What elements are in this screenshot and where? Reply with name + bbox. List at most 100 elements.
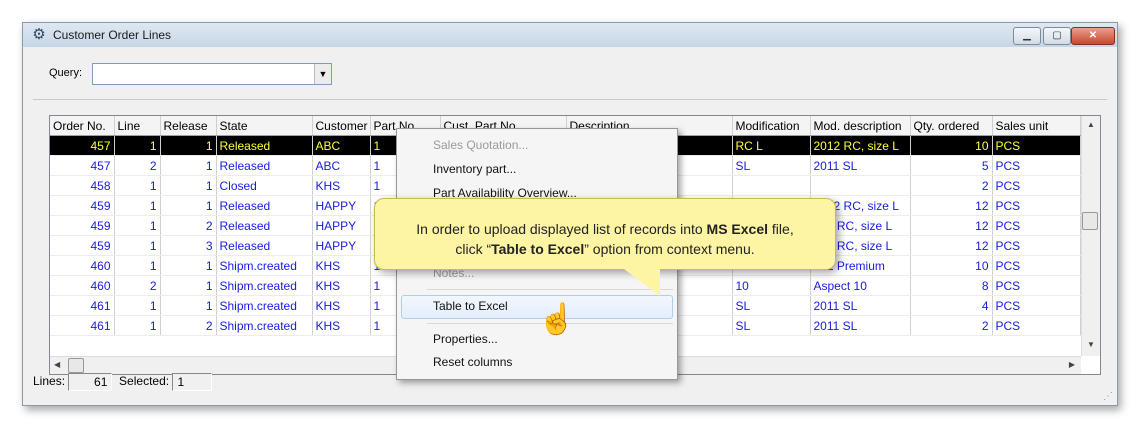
maximize-button[interactable]: ▢ xyxy=(1043,27,1071,45)
table-cell-state[interactable]: Shipm.created xyxy=(216,255,313,276)
table-cell-mod-desc[interactable]: 2012 RC, size L xyxy=(810,135,911,156)
table-cell-mod[interactable]: SL xyxy=(732,155,811,176)
column-header[interactable]: Customer xyxy=(312,116,371,136)
table-cell-line[interactable]: 1 xyxy=(114,195,161,216)
menu-item-inventory-part[interactable]: Inventory part... xyxy=(433,162,516,176)
table-cell-customer[interactable]: KHS xyxy=(312,275,371,296)
table-cell-release[interactable]: 2 xyxy=(160,215,217,236)
table-cell-order[interactable]: 457 xyxy=(50,135,115,156)
column-header[interactable]: Release xyxy=(160,116,217,136)
table-cell-state[interactable]: Released xyxy=(216,235,313,256)
table-cell-unit[interactable]: PCS xyxy=(992,295,1081,316)
table-cell-order[interactable]: 459 xyxy=(50,215,115,236)
table-cell-qty[interactable]: 10 xyxy=(910,255,993,276)
table-cell-qty[interactable]: 2 xyxy=(910,315,993,336)
table-cell-unit[interactable]: PCS xyxy=(992,315,1081,336)
table-cell-qty[interactable]: 5 xyxy=(910,155,993,176)
table-cell-order[interactable]: 460 xyxy=(50,275,115,296)
table-cell-order[interactable]: 457 xyxy=(50,155,115,176)
table-cell-order[interactable]: 461 xyxy=(50,295,115,316)
scroll-left-icon[interactable]: ◀ xyxy=(54,360,60,369)
table-cell-state[interactable]: Released xyxy=(216,135,313,156)
column-header[interactable]: Qty. ordered xyxy=(910,116,993,136)
table-cell-mod[interactable]: 10 xyxy=(732,275,811,296)
table-cell-qty[interactable]: 10 xyxy=(910,135,993,156)
table-cell-mod[interactable]: RC L xyxy=(732,135,811,156)
table-cell-line[interactable]: 1 xyxy=(114,235,161,256)
table-cell-unit[interactable]: PCS xyxy=(992,195,1081,216)
table-cell-unit[interactable]: PCS xyxy=(992,135,1081,156)
table-cell-release[interactable]: 1 xyxy=(160,255,217,276)
table-cell-state[interactable]: Released xyxy=(216,155,313,176)
table-cell-customer[interactable]: ABC xyxy=(312,155,371,176)
table-cell-mod-desc[interactable]: 2011 SL xyxy=(810,295,911,316)
vertical-scroll-thumb[interactable] xyxy=(1082,212,1098,230)
menu-item-properties[interactable]: Properties... xyxy=(433,332,498,346)
table-cell-customer[interactable]: HAPPY xyxy=(312,235,371,256)
table-cell-qty[interactable]: 12 xyxy=(910,215,993,236)
table-cell-release[interactable]: 1 xyxy=(160,155,217,176)
table-cell-state[interactable]: Released xyxy=(216,195,313,216)
table-cell-unit[interactable]: PCS xyxy=(992,155,1081,176)
column-header[interactable]: Sales unit xyxy=(992,116,1081,136)
table-cell-release[interactable]: 1 xyxy=(160,135,217,156)
table-cell-mod[interactable]: SL xyxy=(732,295,811,316)
table-cell-line[interactable]: 1 xyxy=(114,215,161,236)
table-cell-unit[interactable]: PCS xyxy=(992,275,1081,296)
minimize-button[interactable]: ▁ xyxy=(1013,27,1041,45)
table-cell-qty[interactable]: 2 xyxy=(910,175,993,196)
scroll-down-icon[interactable]: ▼ xyxy=(1087,340,1095,349)
table-cell-line[interactable]: 1 xyxy=(114,135,161,156)
horizontal-scroll-thumb[interactable] xyxy=(68,358,84,373)
table-cell-release[interactable]: 3 xyxy=(160,235,217,256)
table-cell-unit[interactable]: PCS xyxy=(992,255,1081,276)
table-cell-mod[interactable]: SL xyxy=(732,315,811,336)
vertical-scrollbar[interactable]: ▲ ▼ xyxy=(1081,116,1100,356)
table-cell-customer[interactable]: HAPPY xyxy=(312,195,371,216)
table-cell-line[interactable]: 1 xyxy=(114,295,161,316)
table-cell-state[interactable]: Shipm.created xyxy=(216,275,313,296)
table-cell-order[interactable]: 458 xyxy=(50,175,115,196)
table-cell-order[interactable]: 459 xyxy=(50,235,115,256)
close-button[interactable]: ✕ xyxy=(1071,27,1115,45)
table-cell-unit[interactable]: PCS xyxy=(992,175,1081,196)
table-cell-customer[interactable]: KHS xyxy=(312,315,371,336)
query-combobox[interactable]: ▼ xyxy=(92,63,332,85)
table-cell-qty[interactable]: 12 xyxy=(910,235,993,256)
title-bar[interactable]: ⚙ Customer Order Lines ▁ ▢ ✕ xyxy=(23,23,1117,47)
table-cell-line[interactable]: 1 xyxy=(114,315,161,336)
table-cell-line[interactable]: 1 xyxy=(114,255,161,276)
table-cell-state[interactable]: Released xyxy=(216,215,313,236)
table-cell-state[interactable]: Shipm.created xyxy=(216,315,313,336)
table-cell-mod-desc[interactable] xyxy=(810,175,911,196)
menu-item-sales-quotation[interactable]: Sales Quotation... xyxy=(433,138,528,152)
table-cell-mod[interactable] xyxy=(732,175,811,196)
table-cell-release[interactable]: 1 xyxy=(160,195,217,216)
table-cell-release[interactable]: 1 xyxy=(160,275,217,296)
table-cell-unit[interactable]: PCS xyxy=(992,215,1081,236)
table-cell-order[interactable]: 461 xyxy=(50,315,115,336)
table-cell-qty[interactable]: 4 xyxy=(910,295,993,316)
table-cell-state[interactable]: Shipm.created xyxy=(216,295,313,316)
scroll-up-icon[interactable]: ▲ xyxy=(1087,120,1095,129)
column-header[interactable]: Line xyxy=(114,116,161,136)
table-cell-order[interactable]: 459 xyxy=(50,195,115,216)
table-cell-line[interactable]: 1 xyxy=(114,175,161,196)
table-cell-release[interactable]: 2 xyxy=(160,315,217,336)
table-cell-qty[interactable]: 8 xyxy=(910,275,993,296)
table-cell-customer[interactable]: HAPPY xyxy=(312,215,371,236)
table-cell-release[interactable]: 1 xyxy=(160,295,217,316)
column-header[interactable]: State xyxy=(216,116,313,136)
table-cell-release[interactable]: 1 xyxy=(160,175,217,196)
table-cell-unit[interactable]: PCS xyxy=(992,235,1081,256)
resize-grip-icon[interactable]: ⋰ xyxy=(1103,391,1113,402)
table-cell-state[interactable]: Closed xyxy=(216,175,313,196)
menu-item-table-to-excel[interactable]: Table to Excel xyxy=(433,299,508,313)
scroll-right-icon[interactable]: ▶ xyxy=(1069,360,1075,369)
column-header[interactable]: Mod. description xyxy=(810,116,911,136)
table-cell-qty[interactable]: 12 xyxy=(910,195,993,216)
table-cell-line[interactable]: 2 xyxy=(114,155,161,176)
table-cell-customer[interactable]: KHS xyxy=(312,255,371,276)
menu-item-reset-columns[interactable]: Reset columns xyxy=(433,355,512,369)
column-header[interactable]: Order No. xyxy=(50,116,115,136)
